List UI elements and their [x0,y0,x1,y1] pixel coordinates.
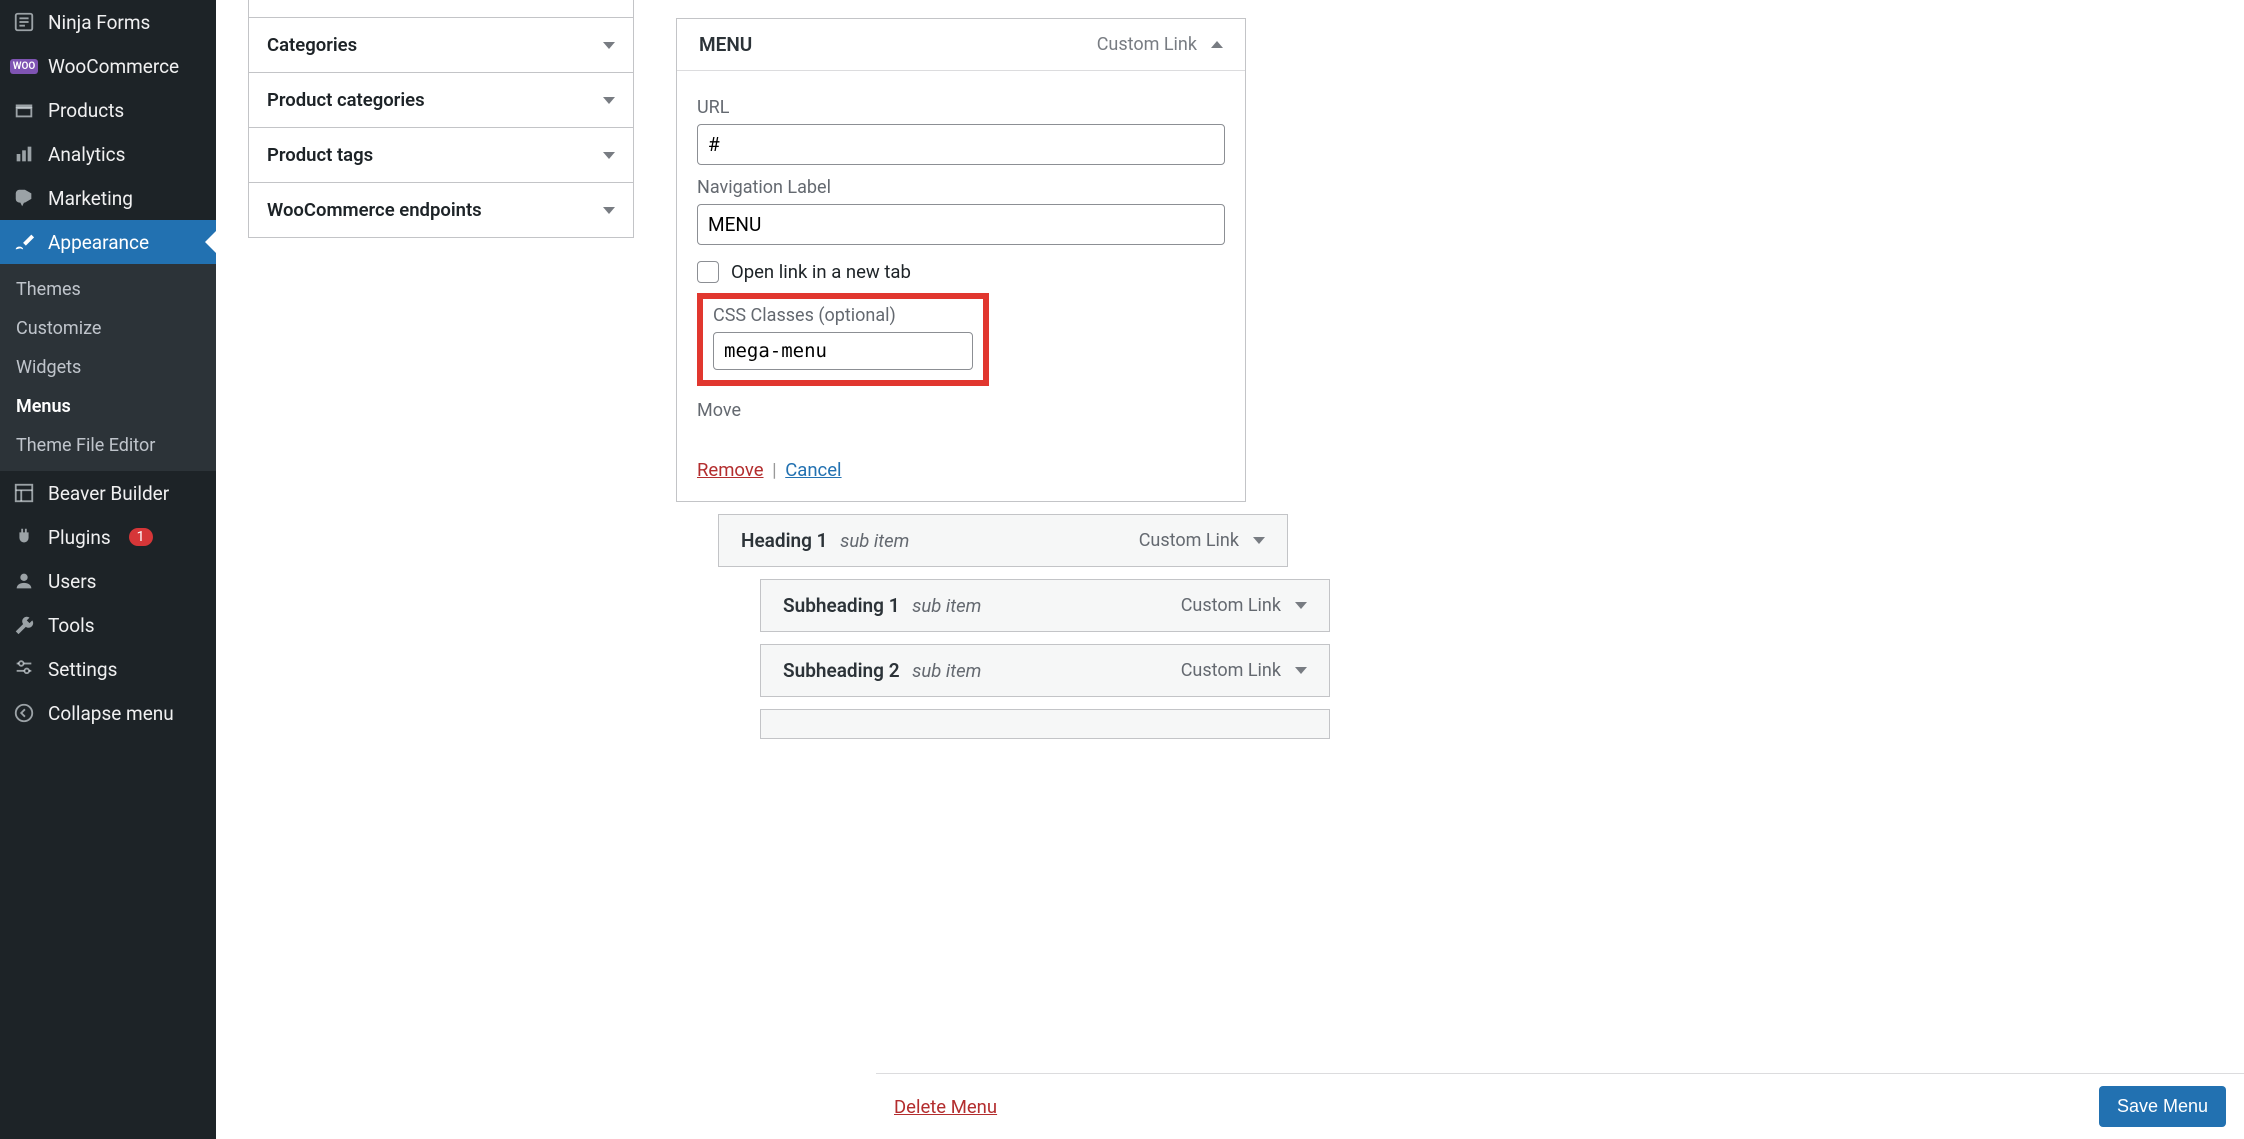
menu-item-heading-1[interactable]: Heading 1 sub item Custom Link [718,514,1288,567]
move-label: Move [697,400,1225,421]
menu-item-subheading-1[interactable]: Subheading 1 sub item Custom Link [760,579,1330,632]
sidebar-item-products[interactable]: Products [0,88,216,132]
plugins-badge: 1 [129,528,153,546]
metabox-partial [248,0,634,18]
appearance-submenu: Themes Customize Widgets Menus Theme Fil… [0,264,216,471]
menu-structure-column: MENU Custom Link URL Navigation Label Op… [666,0,2244,1139]
sidebar-item-plugins[interactable]: Plugins 1 [0,515,216,559]
collapse-icon [12,701,36,725]
sidebar-item-marketing[interactable]: Marketing [0,176,216,220]
chevron-down-icon [1253,537,1265,544]
menu-item-menu: MENU Custom Link URL Navigation Label Op… [676,18,1246,502]
url-input[interactable] [697,124,1225,165]
metabox-product-tags[interactable]: Product tags [248,128,634,183]
chevron-down-icon [603,207,615,214]
new-tab-label: Open link in a new tab [731,261,911,283]
chart-icon [12,142,36,166]
sidebar-item-analytics[interactable]: Analytics [0,132,216,176]
submenu-widgets[interactable]: Widgets [0,348,216,387]
menu-item-type: Custom Link [1097,34,1197,55]
layout-icon [12,481,36,505]
sidebar-item-label: Settings [48,658,117,681]
new-tab-checkbox[interactable] [697,261,719,283]
sub-item-title: Subheading 1 [783,594,900,617]
add-items-column: Categories Product categories Product ta… [216,0,666,1139]
sidebar-item-label: Users [48,570,96,593]
metabox-title: Categories [267,34,357,56]
main-content: Categories Product categories Product ta… [216,0,2244,1139]
sub-item-type: Custom Link [1181,660,1281,681]
wrench-icon [12,613,36,637]
metabox-title: WooCommerce endpoints [267,199,482,221]
form-icon [12,10,36,34]
sidebar-item-settings[interactable]: Settings [0,647,216,691]
admin-sidebar: Ninja Forms WOO WooCommerce Products Ana… [0,0,216,1139]
sub-item-suffix: sub item [912,595,981,617]
metabox-title: Product tags [267,144,373,166]
sidebar-item-users[interactable]: Users [0,559,216,603]
submenu-customize[interactable]: Customize [0,309,216,348]
sub-item-title: Subheading 2 [783,659,900,682]
css-classes-highlight: CSS Classes (optional) [697,293,989,386]
sidebar-item-label: Ninja Forms [48,11,150,34]
sidebar-item-collapse[interactable]: Collapse menu [0,691,216,735]
menu-item-header[interactable]: MENU Custom Link [677,19,1245,70]
user-icon [12,569,36,593]
chevron-down-icon [603,97,615,104]
delete-menu-link[interactable]: Delete Menu [894,1096,997,1118]
submenu-themes[interactable]: Themes [0,270,216,309]
megaphone-icon [12,186,36,210]
sub-item-suffix: sub item [840,530,909,552]
sidebar-item-label: Products [48,99,124,122]
metabox-title: Product categories [267,89,425,111]
sidebar-item-label: Collapse menu [48,702,174,725]
sliders-icon [12,657,36,681]
url-label: URL [697,97,1225,118]
brush-icon [12,230,36,254]
chevron-down-icon [603,42,615,49]
sidebar-item-beaver-builder[interactable]: Beaver Builder [0,471,216,515]
menu-item-subheading-2[interactable]: Subheading 2 sub item Custom Link [760,644,1330,697]
sidebar-item-label: Marketing [48,187,133,210]
sidebar-item-label: Plugins [48,526,111,549]
sidebar-item-label: Tools [48,614,95,637]
sidebar-item-tools[interactable]: Tools [0,603,216,647]
cancel-link[interactable]: Cancel [785,459,841,481]
sub-item-title: Heading 1 [741,529,828,552]
sidebar-item-ninja-forms[interactable]: Ninja Forms [0,0,216,44]
sub-item-type: Custom Link [1139,530,1239,551]
sub-item-type: Custom Link [1181,595,1281,616]
sidebar-item-label: Analytics [48,143,125,166]
chevron-down-icon [1295,602,1307,609]
css-classes-label: CSS Classes (optional) [713,305,973,326]
metabox-woocommerce-endpoints[interactable]: WooCommerce endpoints [248,183,634,238]
sidebar-item-appearance[interactable]: Appearance [0,220,216,264]
menu-footer-bar: Delete Menu Save Menu [876,1073,2244,1139]
save-menu-button[interactable]: Save Menu [2099,1086,2226,1127]
sidebar-item-label: WooCommerce [48,55,179,78]
metabox-product-categories[interactable]: Product categories [248,73,634,128]
chevron-up-icon [1211,41,1223,48]
woo-icon: WOO [12,54,36,78]
sidebar-item-label: Appearance [48,231,149,254]
remove-link[interactable]: Remove [697,459,764,481]
metabox-categories[interactable]: Categories [248,18,634,73]
nav-label-label: Navigation Label [697,177,1225,198]
nav-label-input[interactable] [697,204,1225,245]
css-classes-input[interactable] [713,332,973,370]
archive-icon [12,98,36,122]
menu-item-placeholder[interactable] [760,709,1330,739]
sub-item-suffix: sub item [912,660,981,682]
chevron-down-icon [603,152,615,159]
plug-icon [12,525,36,549]
sidebar-item-woocommerce[interactable]: WOO WooCommerce [0,44,216,88]
sidebar-item-label: Beaver Builder [48,482,169,505]
menu-item-title: MENU [699,33,752,56]
chevron-down-icon [1295,667,1307,674]
submenu-menus[interactable]: Menus [0,387,216,426]
submenu-theme-file-editor[interactable]: Theme File Editor [0,426,216,465]
